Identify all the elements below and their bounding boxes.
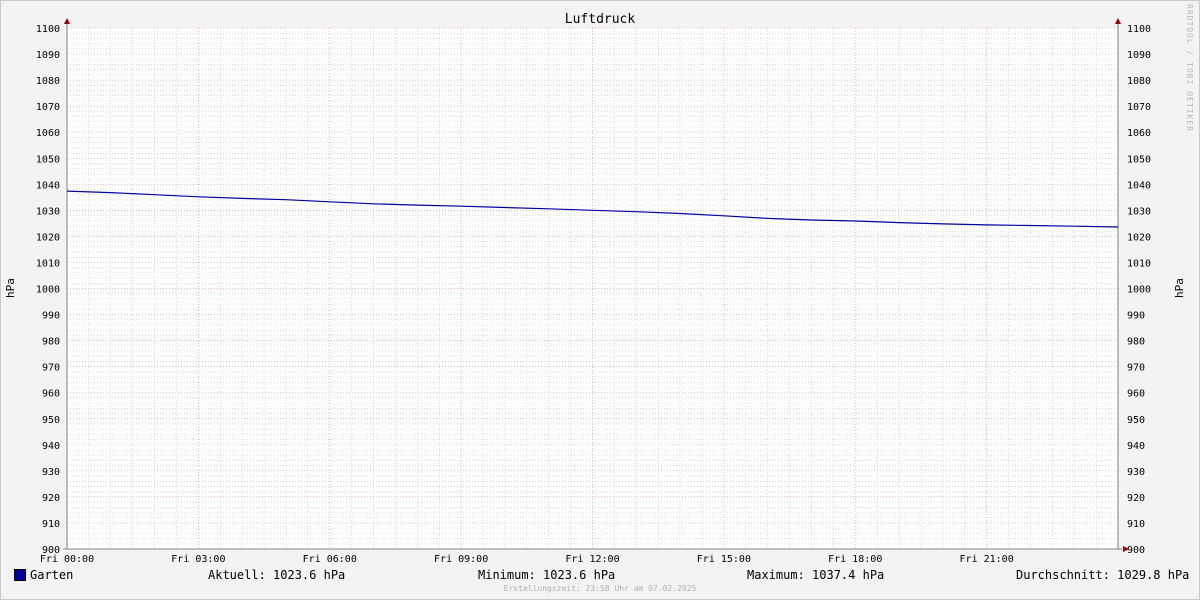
legend: Garten Aktuell: 1023.6 hPa Minimum: 1023… [0, 566, 1200, 584]
y-axis-arrow-left [64, 18, 70, 24]
legend-average: Durchschnitt: 1029.8 hPa [1016, 568, 1190, 582]
y-tick-label-left: 1010 [36, 258, 60, 269]
y-tick-label-left: 1060 [36, 128, 60, 139]
y-tick-label-right: 1010 [1127, 258, 1151, 269]
y-tick-label-left: 1080 [36, 76, 60, 87]
y-tick-label-left: 940 [42, 441, 60, 452]
y-tick-label-left: 1070 [36, 102, 60, 113]
y-tick-label-left: 1030 [36, 206, 60, 217]
legend-current: Aktuell: 1023.6 hPa [208, 568, 346, 582]
series-color-swatch [14, 569, 26, 581]
x-tick-label: Fri 06:00 [303, 554, 357, 565]
y-tick-label-right: 950 [1127, 415, 1145, 426]
y-tick-label-left: 960 [42, 389, 60, 400]
y-tick-label-right: 1000 [1127, 285, 1151, 296]
y-tick-label-right: 940 [1127, 441, 1145, 452]
y-tick-label-left: 1000 [36, 285, 60, 296]
legend-maximum: Maximum: 1037.4 hPa [747, 568, 885, 582]
y-tick-label-right: 1050 [1127, 154, 1151, 165]
y-tick-label-left: 1020 [36, 232, 60, 243]
y-tick-label-left: 1090 [36, 50, 60, 61]
y-tick-label-right: 900 [1127, 545, 1145, 556]
y-tick-label-left: 910 [42, 519, 60, 530]
grid [66, 27, 1118, 550]
y-axis-label-right: hPa [1173, 278, 1186, 298]
legend-minimum: Minimum: 1023.6 hPa [478, 568, 616, 582]
x-tick-label: Fri 12:00 [565, 554, 619, 565]
y-tick-label-left: 970 [42, 363, 60, 374]
y-tick-label-right: 990 [1127, 311, 1145, 322]
chart-title: Luftdruck [565, 12, 636, 27]
y-tick-label-left: 990 [42, 311, 60, 322]
x-tick-label: Fri 09:00 [434, 554, 488, 565]
y-tick-label-right: 1060 [1127, 128, 1151, 139]
y-tick-label-right: 920 [1127, 493, 1145, 504]
y-tick-label-right: 1090 [1127, 50, 1151, 61]
y-tick-label-right: 1070 [1127, 102, 1151, 113]
y-tick-label-right: 980 [1127, 337, 1145, 348]
y-axis-arrow-right [1115, 18, 1121, 24]
y-tick-label-right: 970 [1127, 363, 1145, 374]
y-tick-label-right: 1100 [1127, 24, 1151, 35]
y-tick-label-right: 1020 [1127, 232, 1151, 243]
y-tick-label-left: 1040 [36, 180, 60, 191]
legend-series-name: Garten [30, 568, 74, 582]
y-tick-label-left: 1050 [36, 154, 60, 165]
creation-time: Erstellungszeit: 23:58 Uhr am 07.02.2025 [503, 584, 697, 593]
y-tick-label-left: 980 [42, 337, 60, 348]
y-tick-label-right: 910 [1127, 519, 1145, 530]
y-axis-label-left: hPa [4, 278, 17, 298]
pressure-chart: 900 900910 910920 920930 930940 940950 950960 9… [4, 12, 1186, 565]
rrdtool-watermark: RRDTOOL / TOBI OETIKER [1185, 4, 1194, 132]
x-tick-label: Fri 00:00 [40, 554, 94, 565]
x-tick-label: Fri 03:00 [171, 554, 225, 565]
y-tick-label-left: 920 [42, 493, 60, 504]
y-tick-label-right: 1030 [1127, 206, 1151, 217]
y-tick-label-left: 1100 [36, 24, 60, 35]
x-tick-label: Fri 18:00 [828, 554, 882, 565]
y-tick-label-right: 1040 [1127, 180, 1151, 191]
y-tick-label-right: 1080 [1127, 76, 1151, 87]
y-tick-label-right: 960 [1127, 389, 1145, 400]
y-tick-label-left: 930 [42, 467, 60, 478]
x-tick-label: Fri 15:00 [697, 554, 751, 565]
x-tick-label: Fri 21:00 [960, 554, 1014, 565]
y-tick-label-left: 950 [42, 415, 60, 426]
y-tick-label-right: 930 [1127, 467, 1145, 478]
